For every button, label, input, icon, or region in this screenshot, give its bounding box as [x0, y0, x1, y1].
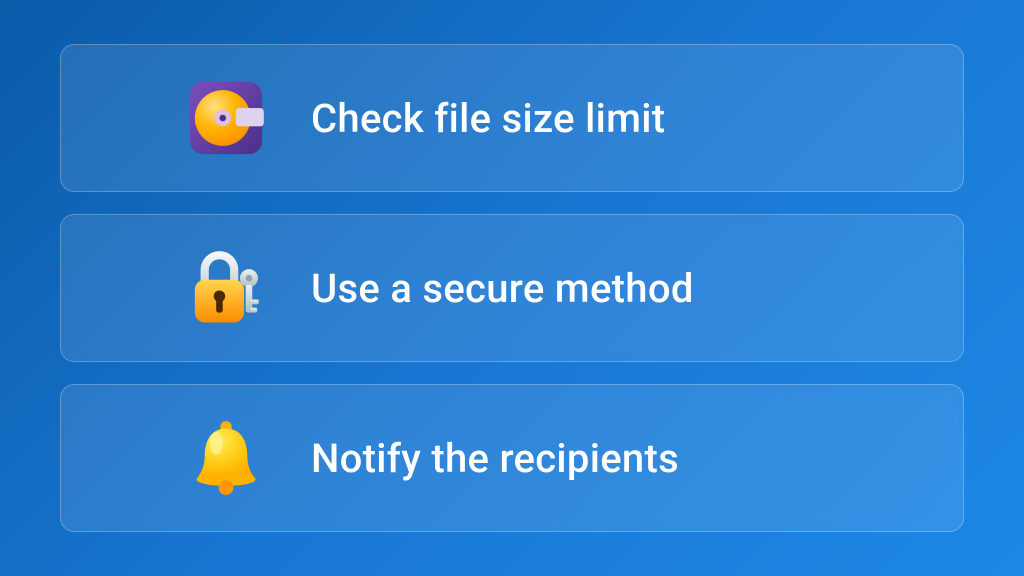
card-label: Notify the recipients	[311, 435, 679, 482]
lock-key-icon	[181, 243, 271, 333]
card-notify-recipients[interactable]: Notify the recipients	[60, 384, 964, 532]
card-file-size[interactable]: Check file size limit	[60, 44, 964, 192]
card-label: Check file size limit	[311, 95, 665, 142]
card-label: Use a secure method	[311, 265, 694, 312]
disc-icon	[181, 73, 271, 163]
card-secure-method[interactable]: Use a secure method	[60, 214, 964, 362]
bell-icon	[181, 413, 271, 503]
